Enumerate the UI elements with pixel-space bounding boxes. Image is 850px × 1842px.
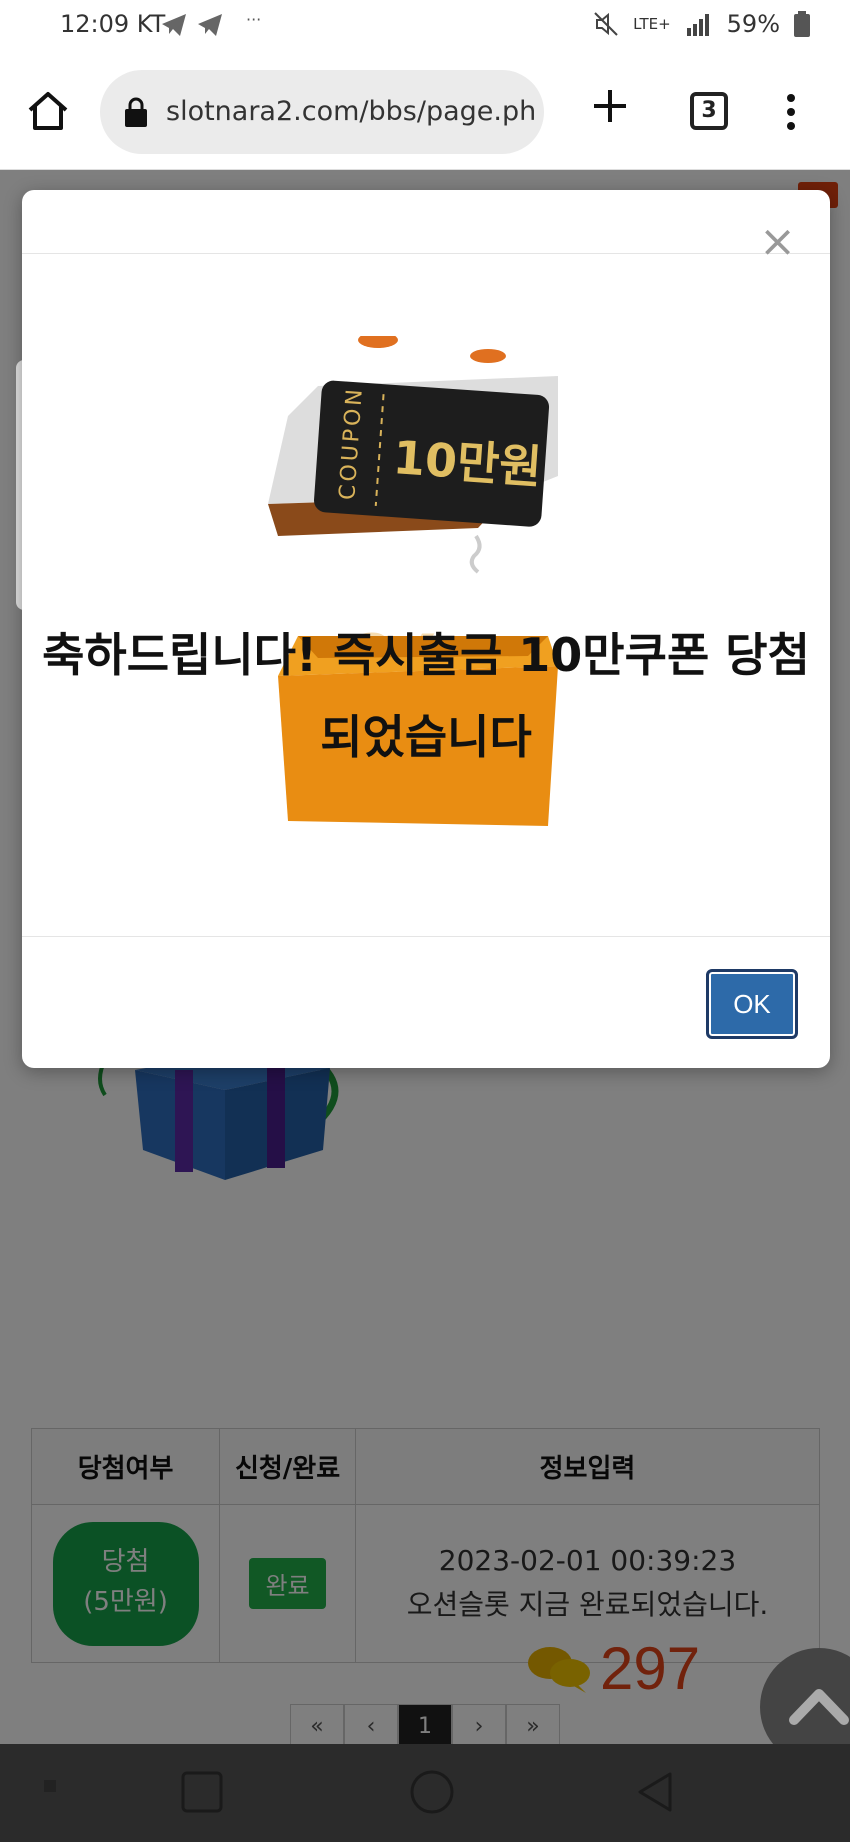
mute-icon (594, 12, 618, 36)
modal-footer: OK (22, 936, 830, 1068)
signal-icon (686, 14, 709, 36)
home-icon[interactable] (26, 90, 70, 132)
new-tab-icon[interactable] (590, 86, 630, 126)
congrats-message: 축하드립니다! 즉시출금 10만쿠폰 당첨 되었습니다 (22, 614, 830, 778)
url-text[interactable]: slotnara2.com/bbs/page.php (166, 96, 534, 127)
telegram-icon (162, 14, 186, 36)
more-notifications-icon: ··· (246, 10, 262, 29)
network-type: LTE+ (633, 15, 671, 33)
address-bar[interactable]: slotnara2.com/bbs/page.php (100, 70, 544, 154)
coupon-amount: 10만원 (391, 430, 543, 494)
modal-body: COUPON 10만원 % 축하드립니다! 즉시출금 10만쿠폰 당첨 되었습니… (22, 254, 830, 936)
home-nav-icon[interactable] (408, 1768, 456, 1816)
battery-icon (794, 11, 810, 37)
dot-icon (44, 1780, 56, 1792)
congrats-line2: 되었습니다 (320, 710, 532, 764)
more-menu-icon[interactable] (784, 92, 798, 132)
modal-header: × (22, 190, 830, 264)
prize-modal: × COUPON 10만원 % 축하드립니다! 즉시출금 (22, 190, 830, 1068)
ok-button[interactable]: OK (706, 969, 798, 1039)
status-right: LTE+ 59% (593, 10, 810, 38)
congrats-line1: 축하드립니다! 즉시출금 10만쿠폰 당첨 (42, 628, 810, 682)
status-bar: 12:09 KT ··· LTE+ 59% (0, 0, 850, 56)
recent-apps-icon[interactable] (180, 1770, 224, 1814)
telegram-icon (198, 14, 222, 36)
browser-toolbar: slotnara2.com/bbs/page.php 3 (0, 56, 850, 170)
status-time: 12:09 KT (60, 10, 166, 38)
lock-icon (125, 97, 147, 127)
tab-switcher-button[interactable]: 3 (690, 92, 728, 130)
battery-percent: 59% (726, 10, 780, 38)
system-nav-bar (0, 1744, 850, 1842)
back-icon[interactable] (634, 1770, 678, 1814)
